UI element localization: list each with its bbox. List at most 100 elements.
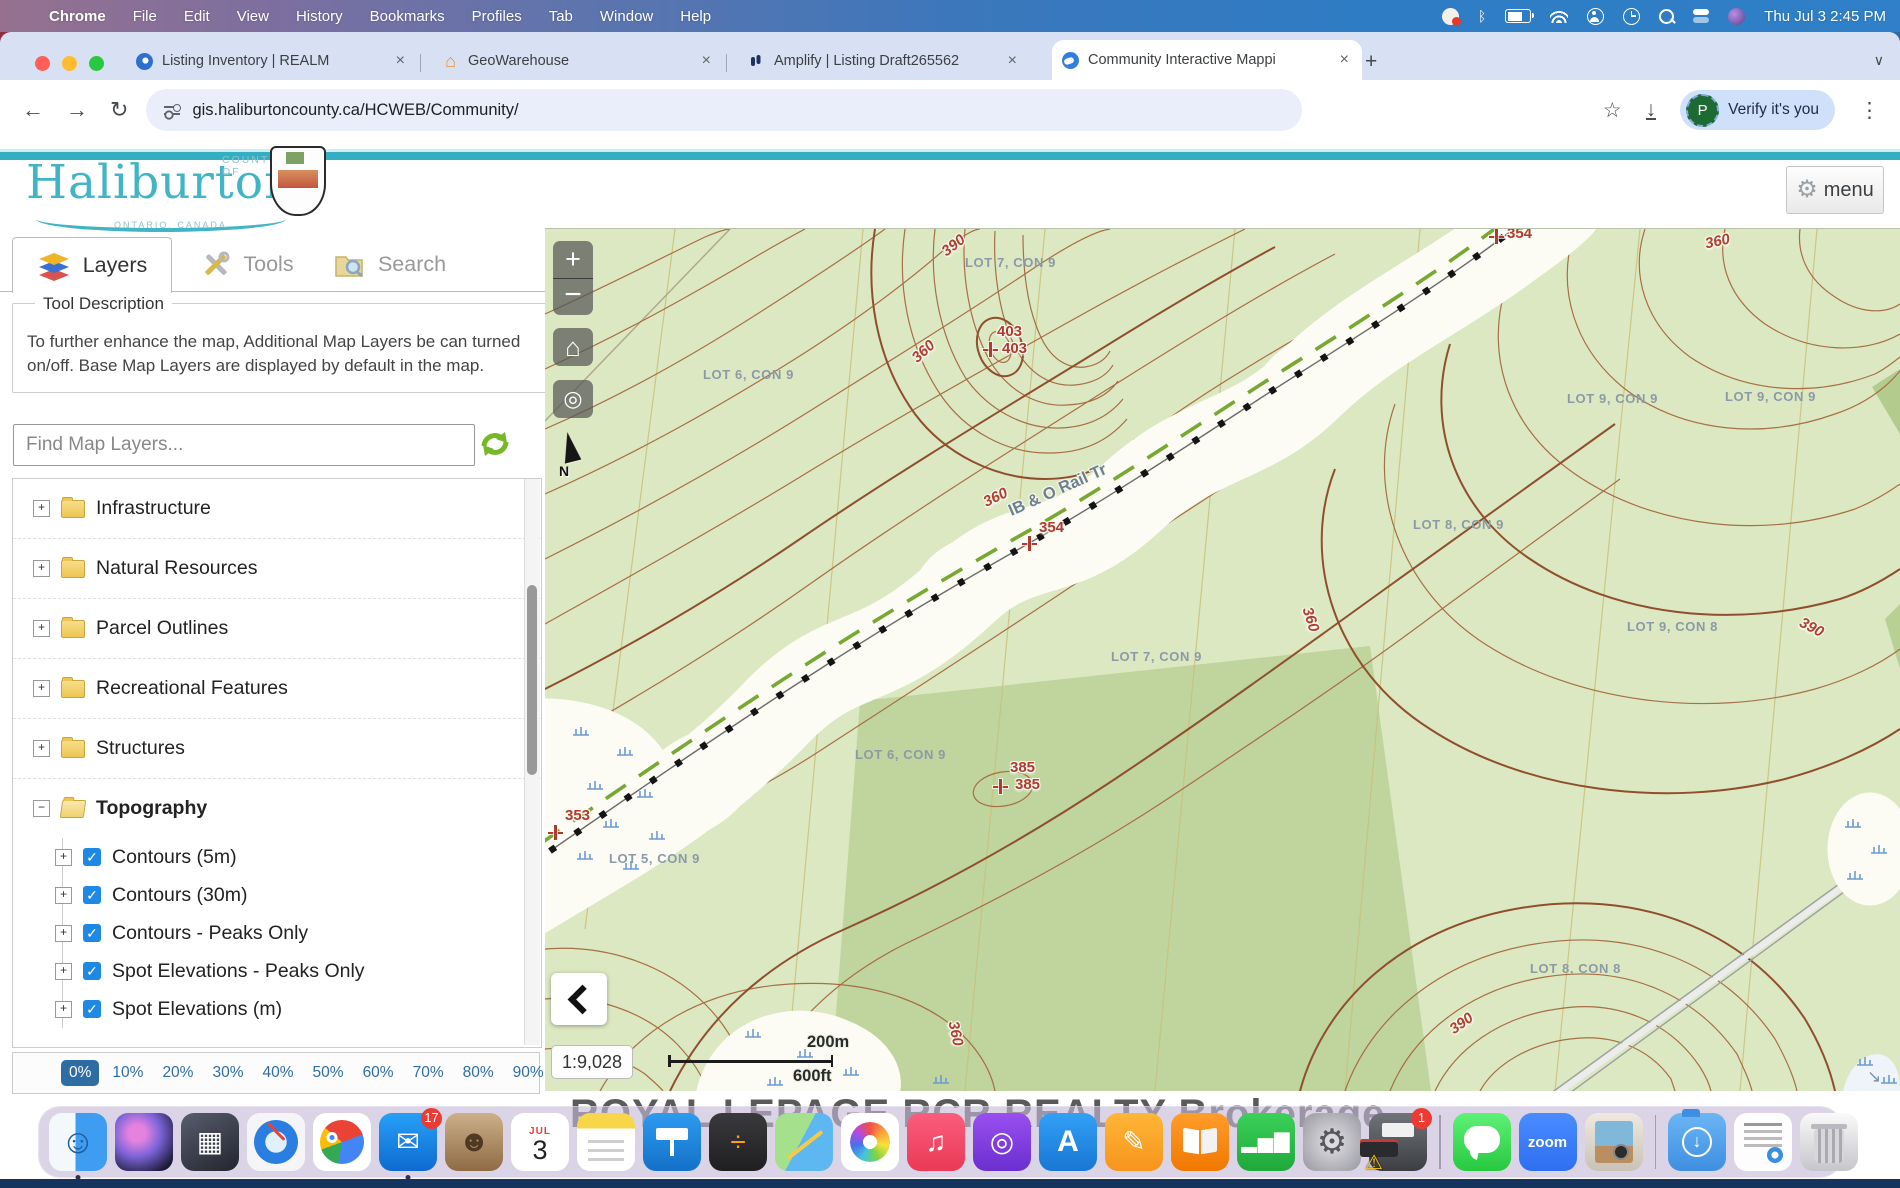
dock-system-settings-icon[interactable]: ⚙ [1303, 1113, 1361, 1171]
window-minimize-button[interactable] [62, 56, 77, 71]
tab-tools[interactable]: Tools [185, 237, 310, 292]
dock-app-store-icon[interactable]: A [1039, 1113, 1097, 1171]
dock-trash-icon[interactable] [1800, 1113, 1858, 1171]
dock-calculator-icon[interactable]: ÷ [709, 1113, 767, 1171]
opacity-20[interactable]: 20% [156, 1060, 199, 1086]
layer-folder-parcel-outlines[interactable]: + Parcel Outlines [13, 598, 541, 658]
map-locate-button[interactable]: ◎ [553, 380, 593, 418]
opacity-10[interactable]: 10% [106, 1060, 149, 1086]
dock-safari-icon[interactable] [247, 1113, 305, 1171]
expand-icon[interactable]: + [55, 924, 72, 942]
menu-view[interactable]: View [237, 8, 269, 25]
checkbox-checked[interactable]: ✓ [83, 886, 101, 904]
menu-tab[interactable]: Tab [549, 8, 573, 25]
menu-history[interactable]: History [296, 8, 343, 25]
dock-books-icon[interactable] [1171, 1113, 1229, 1171]
battery-icon[interactable] [1505, 9, 1535, 23]
opacity-90[interactable]: 90% [507, 1060, 550, 1086]
map-home-button[interactable]: ⌂ [553, 328, 593, 366]
menu-window[interactable]: Window [600, 8, 653, 25]
verify-its-you-button[interactable]: P Verify it's you [1680, 90, 1835, 130]
layer-contours-peaks-only[interactable]: + ✓ Contours - Peaks Only [55, 914, 541, 952]
folder-label[interactable]: Natural Resources [96, 557, 257, 580]
address-bar[interactable]: gis.haliburtoncounty.ca/HCWEB/Community/ [146, 89, 1303, 131]
folder-label[interactable]: Topography [96, 797, 207, 820]
checkbox-checked[interactable]: ✓ [83, 1000, 101, 1018]
window-zoom-button[interactable] [89, 56, 104, 71]
dock-launchpad-icon[interactable]: ▦ [181, 1113, 239, 1171]
kebab-menu-icon[interactable]: ⋮ [1859, 98, 1880, 123]
menu-help[interactable]: Help [680, 8, 711, 25]
site-settings-tune-icon[interactable] [164, 103, 182, 117]
map-resize-icon[interactable]: ↘ [1867, 1067, 1881, 1087]
tab-layers[interactable]: Layers [12, 237, 172, 293]
layer-label[interactable]: Contours (30m) [112, 884, 247, 907]
dock-stocks-icon[interactable]: ▂▅▇ [1237, 1113, 1295, 1171]
dock-messages-icon[interactable] [1452, 1113, 1511, 1171]
layer-label[interactable]: Contours (5m) [112, 846, 237, 869]
map-zoom-in-button[interactable]: + [553, 241, 593, 279]
layer-contours-5m[interactable]: + ✓ Contours (5m) [55, 838, 541, 876]
layer-label[interactable]: Spot Elevations - Peaks Only [112, 960, 365, 983]
tab-close-icon[interactable]: × [1005, 52, 1020, 70]
expand-icon[interactable]: + [33, 620, 50, 637]
expand-icon[interactable]: + [33, 560, 50, 577]
dock-downloads-folder-icon[interactable]: ↓ [1668, 1109, 1726, 1171]
checkbox-checked[interactable]: ✓ [83, 962, 101, 980]
expand-icon[interactable]: + [33, 680, 50, 697]
dock-zoom-icon[interactable]: zoom [1518, 1113, 1577, 1171]
control-center-icon[interactable] [1693, 9, 1710, 23]
dock-music-icon[interactable]: ♫ [907, 1113, 965, 1171]
tree-scrollbar[interactable] [524, 479, 540, 1045]
folder-label[interactable]: Parcel Outlines [96, 617, 228, 640]
dock-contacts-icon[interactable]: ☻ [445, 1113, 503, 1171]
layer-folder-structures[interactable]: + Structures [13, 718, 541, 778]
bookmark-star-icon[interactable]: ☆ [1603, 98, 1622, 123]
tab-geowarehouse[interactable]: ⌂ GeoWarehouse × [432, 42, 724, 80]
layer-folder-topography[interactable]: − Topography [13, 778, 541, 838]
checkbox-checked[interactable]: ✓ [83, 848, 101, 866]
tab-close-icon[interactable]: × [1337, 51, 1352, 69]
opacity-60[interactable]: 60% [357, 1060, 400, 1086]
dock-documents-icon[interactable] [1734, 1113, 1792, 1171]
dock-keynote-icon[interactable] [643, 1113, 701, 1171]
tab-search-chevron-icon[interactable]: ∨ [1874, 52, 1884, 69]
dock-mail-icon[interactable]: ✉ 17 [379, 1108, 442, 1171]
tab-close-icon[interactable]: × [699, 52, 714, 70]
expand-icon[interactable]: + [33, 500, 50, 517]
wifi-icon[interactable] [1550, 10, 1568, 23]
dock-printer-icon[interactable]: ⚠ 1 [1365, 1108, 1432, 1174]
layer-folder-natural-resources[interactable]: + Natural Resources [13, 538, 541, 598]
time-machine-icon[interactable] [1623, 7, 1641, 25]
layer-label[interactable]: Contours - Peaks Only [112, 922, 308, 945]
dock-finder-icon[interactable]: ☺ [49, 1113, 107, 1171]
tab-community-mapping-active[interactable]: Community Interactive Mappi × [1052, 40, 1362, 80]
status-app-icon[interactable] [1441, 7, 1461, 26]
bluetooth-icon[interactable]: ᛒ [1478, 8, 1486, 24]
downloads-icon[interactable]: ↓ [1645, 99, 1657, 120]
site-menu-button[interactable]: ⚙ menu [1786, 166, 1884, 214]
new-tab-button[interactable]: + [1365, 50, 1377, 74]
expand-icon[interactable]: + [55, 1000, 72, 1018]
map-zoom-out-button[interactable]: − [553, 279, 593, 315]
opacity-50[interactable]: 50% [307, 1060, 350, 1086]
user-switch-icon[interactable] [1587, 7, 1605, 25]
folder-label[interactable]: Recreational Features [96, 677, 288, 700]
layer-folder-recreational-features[interactable]: + Recreational Features [13, 658, 541, 718]
find-map-layers-input[interactable] [13, 424, 475, 466]
tab-amplify[interactable]: Amplify | Listing Draft265562 × [738, 42, 1030, 80]
menu-app-name[interactable]: Chrome [49, 8, 106, 25]
tab-listing-inventory[interactable]: Listing Inventory | REALM × [126, 42, 418, 80]
status-purple-app-icon[interactable] [1728, 7, 1746, 25]
layer-contours-30m[interactable]: + ✓ Contours (30m) [55, 876, 541, 914]
menu-bar-clock[interactable]: Thu Jul 3 2:45 PM [1764, 8, 1886, 25]
opacity-40[interactable]: 40% [257, 1060, 300, 1086]
dock-photo-booth-icon[interactable] [1584, 1113, 1643, 1171]
reload-button[interactable]: ↻ [110, 97, 128, 123]
opacity-70[interactable]: 70% [407, 1060, 450, 1086]
folder-label[interactable]: Structures [96, 737, 185, 760]
map-canvas[interactable]: LOT 7, CON 9 LOT 6, CON 9 LOT 9, CON 9 L… [545, 228, 1900, 1091]
back-button[interactable]: ← [22, 97, 44, 123]
tab-close-icon[interactable]: × [393, 52, 408, 70]
layer-folder-infrastructure[interactable]: + Infrastructure [13, 479, 541, 538]
